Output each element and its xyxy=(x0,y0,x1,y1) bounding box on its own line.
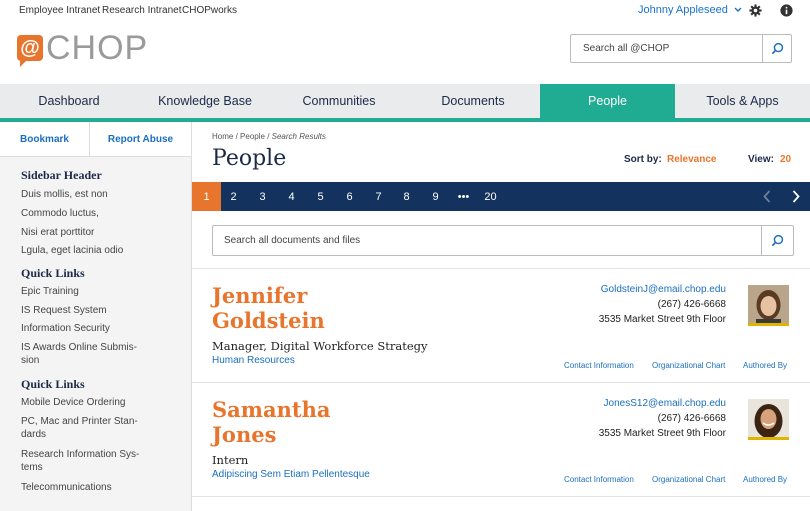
sidebar: Bookmark Report Abuse Sidebar Header Dui… xyxy=(0,122,192,511)
research-intranet-link[interactable]: Research Intranet xyxy=(102,5,182,16)
person-phone: (267) 426-6668 xyxy=(657,299,726,310)
person-name[interactable]: Samantha Jones xyxy=(212,397,372,447)
tab-documents[interactable]: Documents xyxy=(406,84,540,118)
breadcrumb-people[interactable]: People xyxy=(240,132,265,141)
tab-knowledge-base[interactable]: Knowledge Base xyxy=(138,84,272,118)
employee-intranet-link[interactable]: Employee Intranet xyxy=(19,5,100,16)
header-search: Search all @CHOP xyxy=(570,34,792,63)
person-photo[interactable] xyxy=(748,285,789,326)
sidebar-link[interactable]: Telecommunications xyxy=(21,481,146,494)
next-page-button[interactable] xyxy=(781,182,810,211)
sidebar-link[interactable]: Information Security xyxy=(21,322,146,335)
page-9[interactable]: 9 xyxy=(421,182,450,211)
logo-mark: @ xyxy=(17,35,43,67)
person-email[interactable]: JonesS12@email.chop.edu xyxy=(604,398,726,409)
tab-dashboard[interactable]: Dashboard xyxy=(0,84,138,118)
avatar xyxy=(748,285,789,323)
chevron-left-icon xyxy=(762,190,770,203)
person-department[interactable]: Human Resources xyxy=(212,355,295,366)
view-count-select[interactable]: 20 xyxy=(780,154,791,165)
documents-search: Search all documents and files xyxy=(212,225,794,256)
sidebar-link[interactable]: Mobile Device Ordering xyxy=(21,396,146,409)
sidebar-header: Sidebar Header xyxy=(21,168,102,182)
sidebar-link[interactable]: PC, Mac and Printer Stan-dards xyxy=(21,415,146,441)
sort-select[interactable]: Relevance xyxy=(667,154,716,165)
page-20[interactable]: 20 xyxy=(476,182,505,211)
sidebar-actions: Bookmark Report Abuse xyxy=(0,122,191,157)
page-3[interactable]: 3 xyxy=(248,182,277,211)
page-2[interactable]: 2 xyxy=(219,182,248,211)
sidebar-link[interactable]: IS Request System xyxy=(21,304,146,317)
person-first-name: Jennifer xyxy=(212,283,308,308)
sidebar-link[interactable]: Lgula, eget lacinia odio xyxy=(21,244,146,257)
quick-links-header: Quick Links xyxy=(21,266,85,280)
authored-by-link[interactable]: Authored By xyxy=(743,361,787,370)
main-nav: Dashboard Knowledge Base Communities Doc… xyxy=(0,84,810,118)
user-menu[interactable]: Johnny Appleseed xyxy=(638,4,742,16)
breadcrumb-current: Search Results xyxy=(271,132,326,141)
page-title: People xyxy=(212,146,287,171)
person-card: Jennifer Goldstein Manager, Digital Work… xyxy=(192,269,810,383)
avatar xyxy=(748,399,789,437)
organizational-chart-link[interactable]: Organizational Chart xyxy=(652,475,725,484)
page-5[interactable]: 5 xyxy=(306,182,335,211)
person-first-name: Samantha xyxy=(212,397,331,422)
sort-label: Sort by: xyxy=(624,154,662,165)
sidebar-link[interactable]: Epic Training xyxy=(21,285,146,298)
utility-bar: Employee Intranet Research Intranet CHOP… xyxy=(0,0,810,22)
chevron-right-icon xyxy=(792,190,800,203)
documents-search-button[interactable] xyxy=(761,226,793,255)
person-photo[interactable] xyxy=(748,399,789,440)
search-icon xyxy=(771,42,783,55)
page-4[interactable]: 4 xyxy=(277,182,306,211)
person-address: 3535 Market Street 9th Floor xyxy=(598,314,726,325)
page-7[interactable]: 7 xyxy=(364,182,393,211)
authored-by-link[interactable]: Authored By xyxy=(743,475,787,484)
tab-communities[interactable]: Communities xyxy=(272,84,406,118)
person-name[interactable]: Jennifer Goldstein xyxy=(212,283,372,333)
header-search-button[interactable] xyxy=(762,35,791,62)
sidebar-link[interactable]: IS Awards Online Submis-sion xyxy=(21,341,146,367)
sidebar-link[interactable]: Research Information Sys-tems xyxy=(21,448,146,474)
page-1[interactable]: 1 xyxy=(192,182,221,211)
chopworks-link[interactable]: CHOPworks xyxy=(182,5,237,16)
logo-text: CHOP xyxy=(46,28,149,67)
chevron-down-icon xyxy=(734,7,742,13)
person-role: Intern xyxy=(212,453,249,467)
search-icon xyxy=(771,234,784,247)
contact-information-link[interactable]: Contact Information xyxy=(564,361,634,370)
person-department[interactable]: Adipiscing Sem Etiam Pellentesque xyxy=(212,469,370,480)
person-role: Manager, Digital Workforce Strategy xyxy=(212,339,428,353)
person-last-name: Goldstein xyxy=(212,308,325,333)
info-icon[interactable] xyxy=(780,4,793,17)
person-card: Samantha Jones Intern Adipiscing Sem Eti… xyxy=(192,383,810,497)
bookmark-button[interactable]: Bookmark xyxy=(0,122,90,156)
person-email[interactable]: GoldsteinJ@email.chop.edu xyxy=(601,284,726,295)
user-name: Johnny Appleseed xyxy=(638,4,728,16)
tab-tools-apps[interactable]: Tools & Apps xyxy=(675,84,810,118)
report-abuse-button[interactable]: Report Abuse xyxy=(90,122,191,156)
tab-people[interactable]: People xyxy=(540,84,675,118)
documents-search-input[interactable]: Search all documents and files xyxy=(224,235,360,246)
organizational-chart-link[interactable]: Organizational Chart xyxy=(652,361,725,370)
breadcrumb-home[interactable]: Home xyxy=(212,132,233,141)
chop-logo[interactable]: @ CHOP xyxy=(17,28,149,67)
page-ellipsis: ••• xyxy=(457,190,470,203)
sidebar-link[interactable]: Duis mollis, est non xyxy=(21,188,146,201)
breadcrumb: Home / People / Search Results xyxy=(212,132,326,141)
sidebar-link[interactable]: Commodo luctus, xyxy=(21,207,146,220)
gear-icon[interactable] xyxy=(749,4,762,17)
page-8[interactable]: 8 xyxy=(392,182,421,211)
quick-links-header: Quick Links xyxy=(21,377,85,391)
page-6[interactable]: 6 xyxy=(335,182,364,211)
person-last-name: Jones xyxy=(212,422,277,447)
person-phone: (267) 426-6668 xyxy=(657,413,726,424)
header-search-input[interactable]: Search all @CHOP xyxy=(583,43,669,54)
contact-information-link[interactable]: Contact Information xyxy=(564,475,634,484)
prev-page-button[interactable] xyxy=(752,182,781,211)
person-address: 3535 Market Street 9th Floor xyxy=(598,428,726,439)
sidebar-link[interactable]: Nisi erat porttitor xyxy=(21,226,146,239)
pagination: 1 2 3 4 5 6 7 8 9 ••• 20 xyxy=(192,182,810,211)
view-label: View: xyxy=(748,154,774,165)
